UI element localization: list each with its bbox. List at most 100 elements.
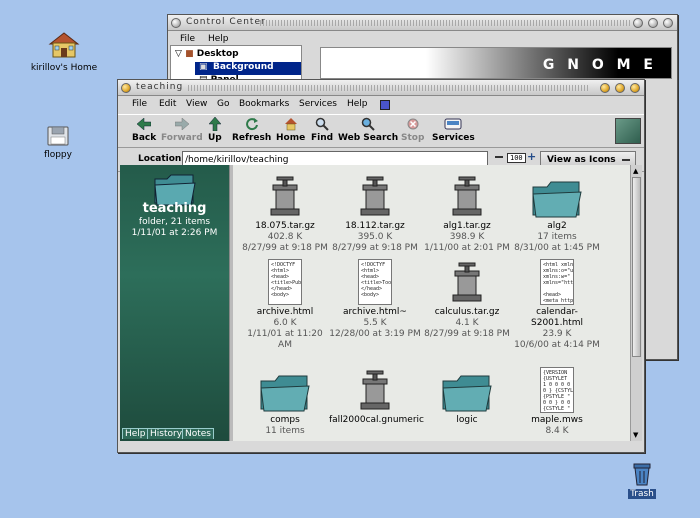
nautilus-titlebar[interactable]: teaching (118, 80, 644, 96)
background-icon: ▣ (199, 62, 208, 72)
window-menu-button[interactable] (171, 18, 181, 28)
up-button[interactable]: Up (208, 117, 222, 143)
sidebar-tab-notes[interactable]: Notes (182, 428, 214, 439)
menu-edit[interactable]: Edit (159, 99, 176, 109)
menu-services[interactable]: Services (299, 99, 337, 109)
zoom-in-icon[interactable]: + (527, 150, 536, 163)
file-item[interactable]: comps 11 items (239, 365, 331, 437)
file-icon-holder: <!DOCTYF <html> <head> <title>Publ </hea… (239, 257, 331, 305)
window-menu-button[interactable] (121, 83, 131, 93)
file-name: archive.html~ (343, 307, 407, 317)
magnifier-icon (315, 117, 329, 131)
file-icon-holder: <!DOCTYF <html> <head> <title>Tool </hea… (329, 257, 421, 305)
menu-file[interactable]: File (180, 34, 195, 44)
services-button[interactable]: Services (432, 117, 475, 143)
sidebar: teaching folder, 21 items 1/11/01 at 2:2… (120, 165, 229, 441)
html-document-icon: <html xmln xmlns:o="u xmlns:w=" xmlns="h… (540, 259, 574, 305)
floppy-icon (47, 126, 69, 146)
web-search-button[interactable]: Web Search (338, 117, 398, 143)
minimize-button[interactable] (633, 18, 643, 28)
sidebar-folder-info: folder, 21 items (138, 217, 211, 227)
file-icon-holder (239, 365, 331, 413)
sidebar-tab-help[interactable]: Help (122, 428, 149, 439)
menu-bookmarks[interactable]: Bookmarks (239, 99, 289, 109)
file-item[interactable]: 18.075.tar.gz 402.8 K 8/27/99 at 9:18 PM (239, 171, 331, 254)
expander-icon: ▽ (175, 49, 182, 59)
file-item[interactable]: alg1.tar.gz 398.9 K 1/11/00 at 2:01 PM (421, 171, 513, 254)
sidebar-tab-history[interactable]: History (147, 428, 186, 439)
file-icon-holder (239, 171, 331, 219)
file-name: calculus.tar.gz (434, 307, 500, 317)
menu-file[interactable]: File (132, 99, 147, 109)
gnome-banner-text: G N O M E (542, 57, 657, 73)
minimize-button[interactable] (600, 83, 610, 93)
file-icon-holder (511, 171, 603, 219)
file-name: comps (270, 415, 300, 425)
titlebar-grip (260, 20, 630, 26)
menu-help[interactable]: Help (347, 99, 368, 109)
menu-help[interactable]: Help (208, 34, 229, 44)
text-document-icon: {VERSION {USTYLET 1 0 0 0 0 }{ 0 } {CSTY… (540, 367, 574, 413)
file-size: 17 items (537, 232, 577, 242)
file-name: maple.mws (531, 415, 583, 425)
forward-button[interactable]: Forward (161, 117, 203, 143)
file-size: 5.5 K (363, 318, 387, 328)
archive-icon (452, 176, 482, 216)
file-icon-holder (421, 365, 513, 413)
file-date: 12/28/00 at 3:19 PM (329, 329, 421, 339)
file-item[interactable]: calculus.tar.gz 4.1 K 8/27/99 at 9:18 PM (421, 257, 513, 340)
file-name: logic (456, 415, 478, 425)
refresh-button[interactable]: Refresh (232, 117, 271, 143)
desktop-folder-icon: ■ (185, 49, 194, 59)
forward-arrow-icon (174, 118, 189, 130)
file-icon-holder: {VERSION {USTYLET 1 0 0 0 0 }{ 0 } {CSTY… (511, 365, 603, 413)
menu-go[interactable]: Go (217, 99, 229, 109)
vertical-scrollbar[interactable]: ▲ ▼ (630, 165, 642, 441)
file-item[interactable]: fall2000cal.gnumeric (329, 365, 424, 426)
desktop-icon-floppy[interactable]: floppy (18, 125, 98, 160)
file-item[interactable]: <!DOCTYF <html> <head> <title>Tool </hea… (329, 257, 421, 340)
file-item[interactable]: logic (421, 365, 513, 426)
file-date: 8/27/99 at 9:18 PM (332, 243, 418, 253)
file-item[interactable]: {VERSION {USTYLET 1 0 0 0 0 }{ 0 } {CSTY… (511, 365, 603, 437)
trash-icon (633, 463, 651, 486)
file-item[interactable]: <html xmln xmlns:o="u xmlns:w=" xmlns="h… (511, 257, 603, 351)
scroll-up-icon[interactable]: ▲ (633, 167, 638, 175)
sidebar-folder-name: teaching (142, 201, 207, 216)
menu-view[interactable]: View (186, 99, 207, 109)
file-icon-holder: <html xmln xmlns:o="u xmlns:w=" xmlns="h… (511, 257, 603, 305)
file-size: 6.0 K (273, 318, 297, 328)
file-item[interactable]: alg2 17 items 8/31/00 at 1:45 PM (511, 171, 603, 254)
close-button[interactable] (630, 83, 640, 93)
back-button[interactable]: Back (132, 117, 156, 143)
tree-item-desktop[interactable]: ▽ ■ Desktop (175, 49, 239, 59)
stop-button[interactable]: Stop (401, 117, 424, 143)
zoom-level[interactable]: 100 (507, 153, 526, 163)
control-center-titlebar[interactable]: Control Center (168, 15, 677, 31)
find-button[interactable]: Find (311, 117, 333, 143)
services-icon (444, 118, 462, 130)
tree-item-background[interactable]: ▣ Background (195, 62, 301, 75)
file-item[interactable]: 18.112.tar.gz 395.0 K 8/27/99 at 9:18 PM (329, 171, 421, 254)
maximize-button[interactable] (648, 18, 658, 28)
folder-icon (532, 181, 582, 218)
web-search-icon (361, 117, 375, 131)
file-item[interactable]: <!DOCTYF <html> <head> <title>Publ </hea… (239, 257, 331, 351)
back-arrow-icon (137, 118, 152, 130)
maximize-button[interactable] (615, 83, 625, 93)
scrollbar-thumb[interactable] (632, 177, 641, 357)
close-button[interactable] (663, 18, 673, 28)
up-arrow-icon (208, 117, 221, 131)
desktop-icon-label: kirillov's Home (30, 63, 98, 73)
file-size: 8.4 K (545, 426, 569, 436)
desktop-icon-home[interactable]: kirillov's Home (24, 30, 104, 73)
scroll-down-icon[interactable]: ▼ (633, 431, 638, 439)
desktop-icon-trash[interactable]: Trash (602, 460, 682, 499)
zoom-out-icon[interactable] (495, 156, 503, 158)
gnome-banner: G N O M E (320, 47, 672, 79)
home-button[interactable]: Home (276, 117, 305, 143)
file-date: 8/27/99 at 9:18 PM (424, 329, 510, 339)
nautilus-menubar: File Edit View Go Bookmarks Services Hel… (118, 96, 644, 114)
throbber-icon (380, 100, 390, 110)
stop-icon (407, 118, 419, 130)
